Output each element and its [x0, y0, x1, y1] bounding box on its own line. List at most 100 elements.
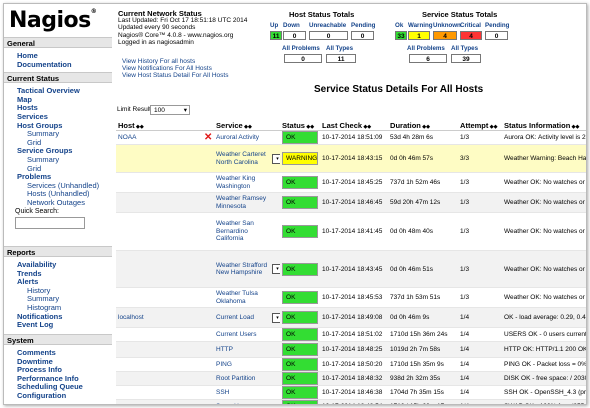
service-count-unknown[interactable]: 4	[433, 31, 457, 40]
service-label-pending[interactable]: Pending	[485, 22, 509, 29]
service-label-ok[interactable]: Ok	[395, 22, 403, 29]
status-cell: WARNING	[280, 144, 321, 173]
attempt: 1/3	[458, 130, 503, 145]
service-count-pending[interactable]: 0	[485, 31, 508, 40]
duration: 0d 0h 46m 9s	[388, 307, 459, 328]
service-name[interactable]: Swap Usage	[214, 399, 271, 404]
service-name[interactable]: Weather Strafford New Hampshire	[214, 250, 271, 288]
host-label-up[interactable]: Up	[270, 22, 278, 29]
column-label: Last Check	[322, 120, 363, 130]
host-label-unreachable[interactable]: Unreachable	[309, 22, 346, 29]
column-status-information[interactable]: Status Information ◆◆	[502, 120, 586, 131]
host-count-down[interactable]: 0	[283, 31, 306, 40]
service-count-warning[interactable]: 1	[408, 31, 430, 40]
service-name[interactable]: Weather San Bernardino California	[214, 212, 271, 251]
status-badge: WARNING	[282, 152, 319, 165]
column-attempt[interactable]: Attempt ◆◆	[458, 120, 503, 131]
service-name[interactable]: HTTP	[214, 341, 271, 358]
host-label-all-problems[interactable]: All Problems	[282, 45, 320, 52]
status-cell: OK	[280, 307, 321, 328]
host-name[interactable]	[116, 172, 202, 193]
column-label: Service	[216, 120, 243, 130]
sort-arrows-icon[interactable]: ◆◆	[362, 124, 371, 130]
service-icon-cell	[270, 192, 281, 213]
status-cell: OK	[280, 172, 321, 193]
graph-icon[interactable]: ▾	[272, 312, 281, 323]
service-label-unknown[interactable]: Unknown	[433, 22, 461, 29]
host-count-pending[interactable]: 0	[351, 31, 374, 40]
section-current-status: Current Status	[4, 72, 112, 84]
service-label-all-types[interactable]: All Types	[451, 45, 478, 52]
service-icon-cell: ▾	[270, 250, 281, 288]
column-last-check[interactable]: Last Check ◆◆	[320, 120, 389, 131]
section-reports: Reports	[4, 246, 112, 257]
host-name[interactable]	[116, 371, 202, 386]
host-name[interactable]	[116, 212, 202, 251]
service-count-all-problems[interactable]: 6	[409, 54, 447, 63]
column-host[interactable]: Host ◆◆	[116, 120, 215, 131]
host-count-unreachable[interactable]: 0	[309, 31, 348, 40]
host-name[interactable]	[116, 287, 202, 308]
graph-icon[interactable]: ▾	[272, 264, 281, 274]
limit-results-select[interactable]: 100 ▾	[150, 105, 190, 115]
sort-arrows-icon[interactable]: ◆◆	[243, 124, 252, 130]
status-cell: OK	[280, 357, 321, 372]
nav-documentation[interactable]: Documentation	[17, 60, 72, 69]
host-name[interactable]	[116, 341, 202, 358]
sort-arrows-icon[interactable]: ◆◆	[570, 124, 580, 130]
service-name[interactable]: Weather Tulsa Oklahoma	[214, 287, 271, 308]
host-name[interactable]	[116, 192, 202, 213]
nav-configuration[interactable]: Configuration	[17, 391, 66, 400]
sort-arrows-icon[interactable]: ◆◆	[135, 124, 144, 130]
service-name[interactable]: SSH	[214, 385, 271, 400]
service-name[interactable]: Current Users	[214, 327, 271, 342]
duration: 1710d 15h 35m 9s	[388, 357, 459, 372]
service-count-critical[interactable]: 4	[460, 31, 482, 40]
sort-arrows-icon[interactable]: ◆◆	[421, 124, 430, 130]
host-name[interactable]	[116, 250, 202, 288]
service-name[interactable]: Current Load	[214, 307, 271, 328]
host-label-all-types[interactable]: All Types	[326, 45, 353, 52]
column-duration[interactable]: Duration ◆◆	[388, 120, 459, 131]
status-badge: OK	[282, 400, 319, 404]
table-row: Current Users OK 10-17-2014 18:51:02 1710d …	[116, 327, 586, 342]
host-count-up[interactable]: 11	[270, 31, 282, 40]
host-label-down[interactable]: Down	[283, 22, 300, 29]
nagios-logo[interactable]: Nagios®	[9, 8, 97, 33]
attempt: 1/4	[458, 307, 503, 328]
service-name[interactable]: Weather Ramsey Minnesota	[214, 192, 271, 213]
nav-network-outages[interactable]: Network Outages	[27, 198, 85, 207]
host-name[interactable]: localhost	[116, 307, 202, 328]
service-name[interactable]: PING	[214, 357, 271, 372]
host-name[interactable]	[116, 144, 202, 173]
sort-arrows-icon[interactable]: ◆◆	[488, 124, 498, 130]
sort-arrows-icon[interactable]: ◆◆	[305, 124, 314, 130]
column-status[interactable]: Status ◆◆	[280, 120, 321, 131]
column-service[interactable]: Service ◆◆	[214, 120, 281, 131]
host-icon-cell	[202, 399, 215, 404]
host-name[interactable]	[116, 399, 202, 404]
graph-icon[interactable]: ▾	[272, 153, 281, 164]
service-count-all-types[interactable]: 39	[451, 54, 481, 63]
quick-search-input[interactable]	[15, 216, 85, 229]
service-count-ok[interactable]: 33	[395, 31, 407, 40]
table-row: Swap Usage OK10-17-2014 18:48:541710d 15h…	[116, 399, 586, 404]
service-label-warning[interactable]: Warning	[408, 22, 433, 29]
host-status-detail-link[interactable]: View Host Status Detail For All Hosts	[122, 72, 228, 79]
host-name[interactable]	[116, 327, 202, 342]
host-name[interactable]: NOAA	[116, 130, 202, 145]
host-name[interactable]	[116, 385, 202, 400]
nav-event-log[interactable]: Event Log	[17, 320, 53, 329]
service-name[interactable]: Auroral Activity	[214, 130, 271, 145]
service-label-all-problems[interactable]: All Problems	[407, 45, 445, 52]
service-name[interactable]: Weather King Washington	[214, 172, 271, 193]
host-icon-cell	[202, 212, 215, 251]
host-label-pending[interactable]: Pending	[351, 22, 375, 29]
service-label-critical[interactable]: Critical	[460, 22, 481, 29]
table-row: SSH OK 10-17-2014 18:46:38 1704d 7h 35m 15s…	[116, 385, 586, 400]
service-name[interactable]: Weather Carteret North Carolina	[214, 144, 271, 173]
host-count-all-problems[interactable]: 0	[284, 54, 322, 63]
host-name[interactable]	[116, 357, 202, 372]
host-count-all-types[interactable]: 11	[326, 54, 356, 63]
service-name[interactable]: Root Partition	[214, 371, 271, 386]
